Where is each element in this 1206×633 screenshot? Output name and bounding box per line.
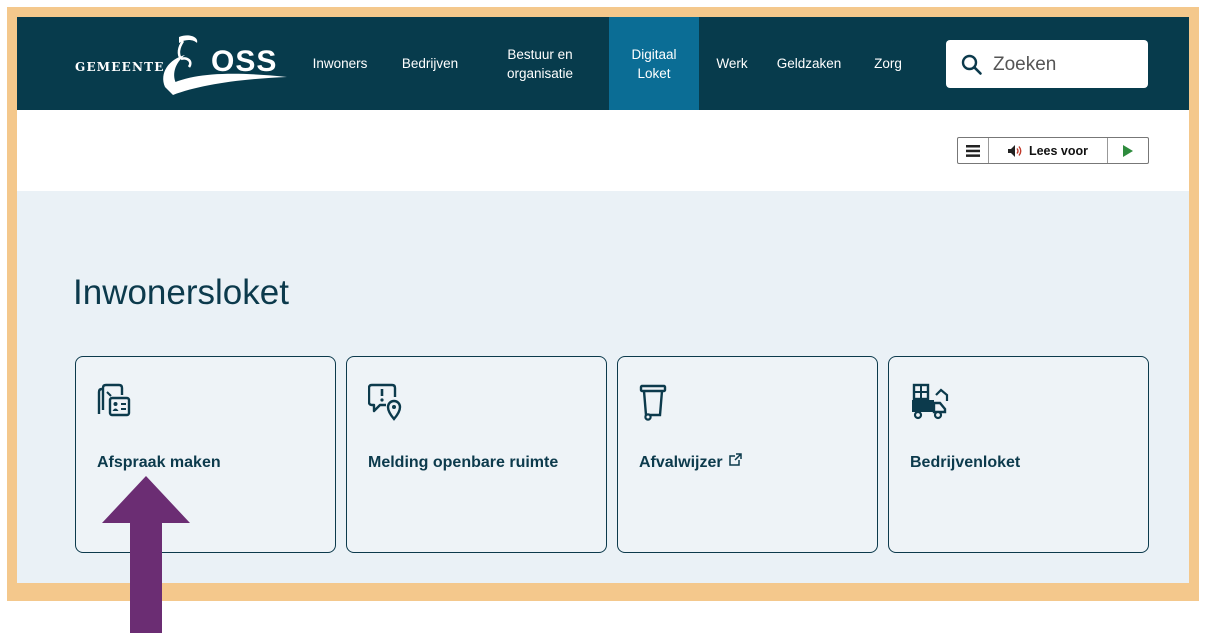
site-header: GEMEENTE OSS Inwoners Bedrijven Bestuur … <box>17 17 1189 110</box>
business-icon <box>912 383 949 420</box>
annotation-arrow-icon <box>102 476 190 633</box>
search-box[interactable] <box>946 40 1148 88</box>
menu-icon <box>966 144 980 157</box>
nav-zorg[interactable]: Zorg <box>863 17 913 110</box>
card-label: Afvalwijzer <box>639 454 723 471</box>
logo-text-gemeente: GEMEENTE <box>75 60 165 74</box>
nav-digitaal-loket[interactable]: Digitaal Loket <box>609 17 699 110</box>
logo-text-oss: OSS <box>211 45 278 78</box>
search-input[interactable] <box>991 48 1140 82</box>
toolbar-strip: Lees voor <box>17 110 1189 191</box>
readspeaker-menu-button[interactable] <box>958 138 989 163</box>
card-label: Bedrijvenloket <box>910 454 1021 471</box>
nav-inwoners[interactable]: Inwoners <box>300 17 380 110</box>
nav-bedrijven[interactable]: Bedrijven <box>393 17 467 110</box>
page-title: Inwonersloket <box>73 273 289 312</box>
gemeente-oss-logo[interactable]: GEMEENTE OSS <box>71 27 287 99</box>
waste-bin-icon <box>639 384 667 421</box>
card-afvalwijzer[interactable]: Afvalwijzer <box>617 356 878 553</box>
search-icon[interactable] <box>961 54 983 76</box>
report-location-icon <box>368 383 402 421</box>
card-melding-openbare-ruimte[interactable]: Melding openbare ruimte <box>346 356 607 553</box>
readspeaker-play-button[interactable] <box>1108 138 1148 163</box>
card-label: Afspraak maken <box>97 454 221 471</box>
nav-geldzaken[interactable]: Geldzaken <box>769 17 849 110</box>
card-label-row: Afvalwijzer <box>639 446 859 480</box>
card-label: Melding openbare ruimte <box>368 454 559 471</box>
readspeaker-label: Lees voor <box>1028 143 1089 158</box>
readspeaker-listen-button[interactable]: Lees voor <box>989 138 1108 163</box>
nav-bestuur-en-organisatie[interactable]: Bestuur en organisatie <box>495 17 585 110</box>
appointment-icon <box>97 383 131 417</box>
card-bedrijvenloket[interactable]: Bedrijvenloket <box>888 356 1149 553</box>
speaker-icon <box>1007 144 1022 157</box>
play-icon <box>1123 144 1133 157</box>
external-link-icon <box>728 453 742 466</box>
readspeaker-widget: Lees voor <box>957 137 1149 164</box>
nav-werk[interactable]: Werk <box>707 17 757 110</box>
